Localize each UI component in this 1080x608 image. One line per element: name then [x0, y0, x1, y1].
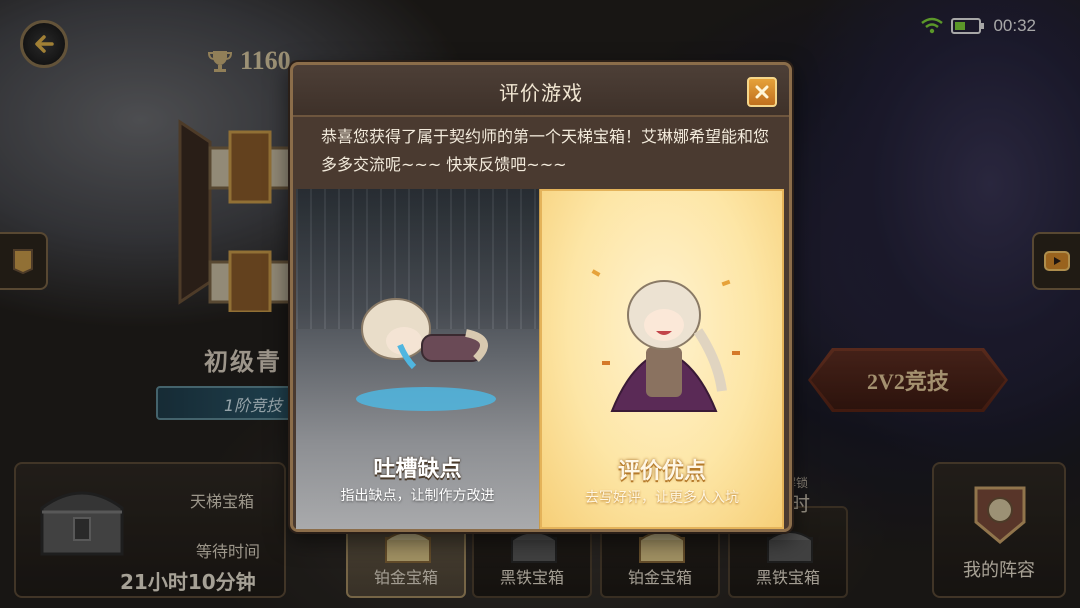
complain-subtitle: 指出缺点，让制作方改进	[340, 488, 495, 504]
praise-title: 评价优点	[617, 459, 706, 484]
complain-option[interactable]: 吐槽缺点 指出缺点，让制作方改进	[296, 189, 540, 529]
praise-subtitle: 去写好评，让更多人入坑	[585, 490, 739, 506]
complain-title: 吐槽缺点	[373, 457, 462, 482]
praise-option[interactable]: 评价优点 去写好评，让更多人入坑	[540, 189, 784, 529]
dialog-header: 评价游戏	[293, 65, 789, 117]
happy-character-illustration	[591, 269, 740, 412]
close-icon	[755, 85, 769, 99]
dialog-title: 评价游戏	[499, 81, 583, 105]
close-button[interactable]	[747, 77, 777, 107]
dialog-message: 恭喜您获得了属于契约师的第一个天梯宝箱！艾琳娜希望能和您多多交流呢~~~ 快来反…	[321, 127, 770, 174]
crying-character-illustration	[356, 298, 496, 411]
rate-game-dialog: 评价游戏 恭喜您获得了属于契约师的第一个天梯宝箱！艾琳娜希望能和您多多交流呢~~…	[290, 62, 792, 532]
